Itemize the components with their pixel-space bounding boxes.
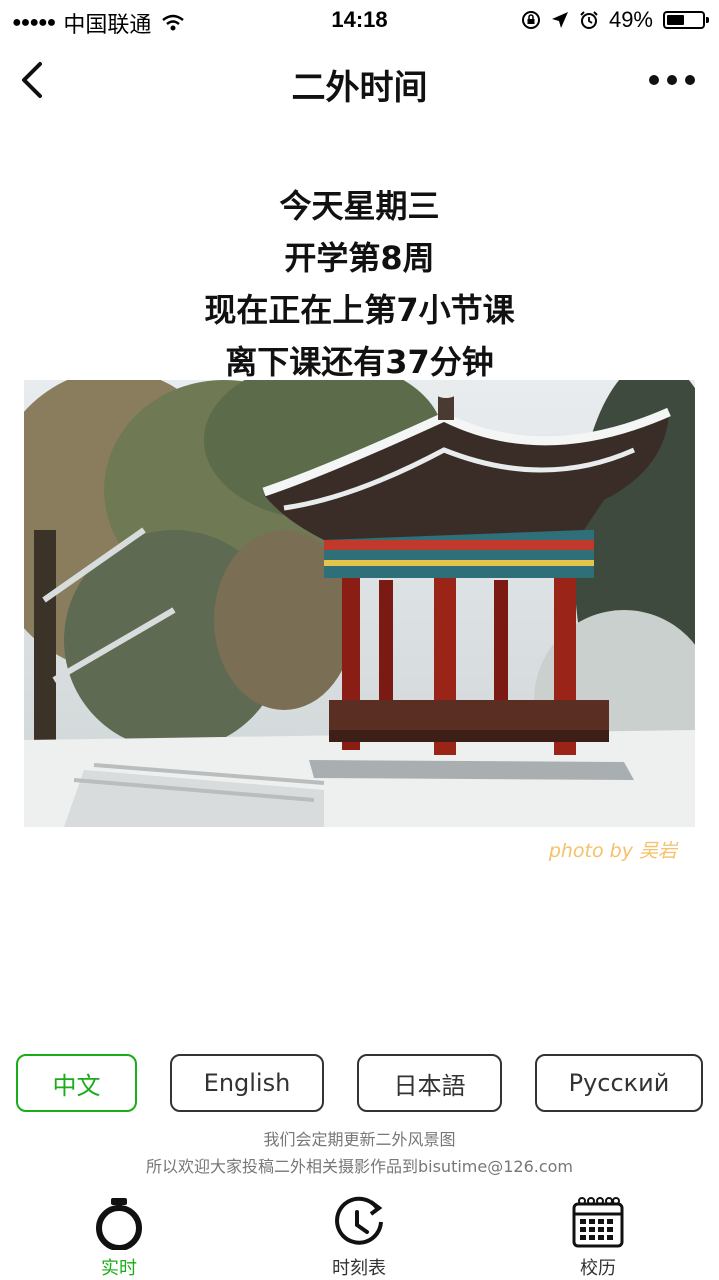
lang-russian-button[interactable]: Русский	[535, 1054, 703, 1112]
tab-timetable[interactable]: 时刻表	[299, 1190, 419, 1280]
pavilion-snow-illustration	[24, 380, 695, 827]
lang-japanese-button[interactable]: 日本語	[357, 1054, 502, 1112]
campus-photo	[24, 380, 695, 827]
battery-percent: 49%	[608, 7, 653, 32]
more-dot-icon	[685, 75, 695, 85]
alarm-icon	[580, 11, 598, 29]
tab-realtime[interactable]: 实时	[59, 1190, 179, 1280]
submission-notice: 我们会定期更新二外风景图 所以欢迎大家投稿二外相关摄影作品到bisutime@1…	[0, 1126, 719, 1180]
notice-line-1: 我们会定期更新二外风景图	[263, 1130, 456, 1149]
bottom-tab-bar: 实时 时刻表 校历	[0, 1190, 719, 1280]
current-period-text: 现在正在上第7小节课	[204, 291, 515, 329]
lang-chinese-button[interactable]: 中文	[16, 1054, 137, 1112]
weekday-text: 今天星期三	[279, 187, 440, 225]
calendar-icon	[572, 1197, 624, 1248]
lang-chinese-label: 中文	[52, 1071, 101, 1100]
nav-bar: 二外时间	[0, 40, 719, 122]
more-dot-icon	[649, 75, 659, 85]
lang-japanese-label: 日本語	[393, 1071, 466, 1100]
status-bar: ●●●●● 中国联通 14:18 49%	[0, 0, 719, 40]
class-status-info: 今天星期三 开学第8周 现在正在上第7小节课 离下课还有37分钟	[0, 180, 719, 388]
more-dot-icon	[667, 75, 677, 85]
notice-line-2: 所以欢迎大家投稿二外相关摄影作品到bisutime@126.com	[145, 1157, 574, 1176]
tab-calendar[interactable]: 校历	[538, 1190, 658, 1280]
battery-icon	[663, 11, 709, 29]
lang-english-label: English	[203, 1069, 291, 1097]
lang-english-button[interactable]: English	[170, 1054, 324, 1112]
rotation-lock-icon	[521, 11, 540, 29]
stopwatch-icon	[96, 1198, 142, 1250]
week-number-text: 开学第8周	[284, 239, 435, 277]
battery-fill	[667, 15, 684, 25]
tab-calendar-label: 校历	[580, 1258, 616, 1279]
lang-russian-label: Русский	[568, 1069, 670, 1097]
photo-credit: photo by 吴岩	[548, 840, 677, 862]
language-switcher: 中文 English 日本語 Русский	[0, 1054, 719, 1114]
tab-realtime-label: 实时	[101, 1258, 137, 1279]
more-button[interactable]	[649, 70, 695, 90]
page-title: 二外时间	[291, 68, 428, 108]
location-arrow-icon	[551, 12, 568, 28]
clock-icon	[335, 1196, 383, 1245]
status-right: 49%	[521, 7, 709, 33]
tab-timetable-label: 时刻表	[332, 1258, 386, 1279]
